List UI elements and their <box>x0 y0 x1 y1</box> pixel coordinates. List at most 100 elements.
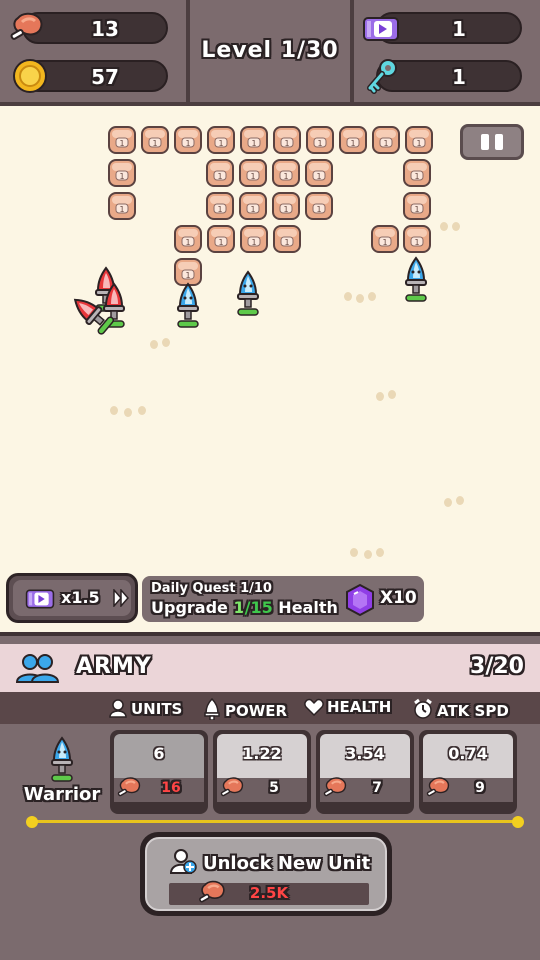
meat-icon <box>9 12 43 42</box>
fast-forward-icon <box>113 589 129 607</box>
coin-value: 57 <box>91 65 119 89</box>
meat-value: 13 <box>91 17 119 41</box>
meat-icon <box>198 880 225 904</box>
quest-title: Daily Quest 1/10 <box>151 581 272 596</box>
stat-header-power: POWER <box>202 698 287 720</box>
unlock-label: Unlock New Unit <box>203 853 371 874</box>
speed-boost-button[interactable]: x1.5 <box>6 573 138 623</box>
track-start-knob <box>26 816 38 828</box>
army-panel: ARMY 3/20 UNITS POWER HEALTH ATK SPD War… <box>0 632 540 960</box>
warrior-unit <box>237 271 259 316</box>
brick-label: 1 <box>383 139 388 148</box>
brick-block: 1 <box>240 225 268 253</box>
speed-ticket-value: 1 <box>452 17 466 41</box>
hud-divider <box>350 0 354 102</box>
brick-label: 1 <box>284 238 289 247</box>
meat-icon <box>425 776 450 798</box>
play-field[interactable]: 1 1 1 1 1 1 1 1 1 1 1 1 1 1 1 1 1 1 1 1 1 1 1 1 1 1 1 1 1 x1.5 Daily… <box>0 106 540 632</box>
stat-value: 6 <box>153 744 165 763</box>
footprint <box>376 392 384 401</box>
heart-icon <box>304 698 324 716</box>
stat-header-atk-spd: ATK SPD <box>412 698 509 720</box>
brick-block: 1 <box>272 192 300 220</box>
brick-label: 1 <box>382 238 387 247</box>
brick-label: 1 <box>316 205 321 214</box>
footprint <box>368 292 376 301</box>
speed-multiplier: x1.5 <box>61 588 100 607</box>
brick-label: 1 <box>185 238 190 247</box>
brick-label: 1 <box>414 238 419 247</box>
stat-headers: UNITS POWER HEALTH ATK SPD <box>0 692 540 724</box>
brick-label: 1 <box>414 172 419 181</box>
stat-value: 0.74 <box>448 744 488 763</box>
pause-button[interactable] <box>460 124 524 160</box>
brick-label: 1 <box>217 172 222 181</box>
brick-block: 1 <box>305 159 333 187</box>
footprint <box>376 548 384 557</box>
level-indicator: Level 1/30 <box>201 38 339 63</box>
upgrade-cost: 7 <box>372 780 382 796</box>
brick-block: 1 <box>174 225 202 253</box>
brick-block: 1 <box>273 126 301 154</box>
footprint <box>452 222 460 231</box>
brick-label: 1 <box>185 139 190 148</box>
warrior-unit <box>405 257 427 302</box>
unit-icon <box>109 699 127 718</box>
brick-label: 1 <box>119 205 124 214</box>
brick-block: 1 <box>174 126 202 154</box>
meat-icon <box>219 776 244 798</box>
brick-label: 1 <box>350 139 355 148</box>
speed-ticket-icon <box>363 17 399 41</box>
upgrade-atk-spd-card[interactable]: 0.74 9 <box>419 730 517 814</box>
quest-goal: /15 <box>244 598 273 617</box>
key-icon <box>367 59 397 94</box>
brick-label: 1 <box>218 238 223 247</box>
upgrade-power-card[interactable]: 1.22 5 <box>213 730 311 814</box>
pause-icon <box>495 134 503 150</box>
unit-name: Warrior <box>23 784 101 805</box>
upgrade-units-card[interactable]: 6 16 <box>110 730 208 814</box>
army-title: ARMY <box>76 654 152 679</box>
quest-reward: X10 <box>380 588 417 608</box>
brick-block: 1 <box>403 225 431 253</box>
progress-track <box>32 820 518 823</box>
quest-stat: Health <box>278 598 338 617</box>
brick-label: 1 <box>119 139 124 148</box>
upgrade-health-card[interactable]: 3.54 7 <box>316 730 414 814</box>
army-header: ARMY 3/20 <box>0 644 540 692</box>
brick-label: 1 <box>283 172 288 181</box>
brick-block: 1 <box>306 126 334 154</box>
stat-header-health: HEALTH <box>304 698 391 716</box>
brick-block: 1 <box>141 126 169 154</box>
quest-description: Upgrade 1/15 Health <box>151 598 338 617</box>
footprint <box>456 496 464 505</box>
brick-label: 1 <box>251 238 256 247</box>
footprint <box>440 222 448 231</box>
brick-block: 1 <box>207 126 235 154</box>
brick-block: 1 <box>206 192 234 220</box>
army-count: 3/20 <box>470 654 524 679</box>
brick-label: 1 <box>414 205 419 214</box>
footprint <box>150 340 158 349</box>
brick-block: 1 <box>108 126 136 154</box>
brick-block: 1 <box>272 159 300 187</box>
footprint <box>344 292 352 301</box>
unlock-new-unit-button[interactable]: Unlock New Unit 2.5K <box>140 832 392 916</box>
footprint <box>110 406 118 415</box>
brick-label: 1 <box>218 139 223 148</box>
brick-block: 1 <box>305 192 333 220</box>
quest-progress: 1 <box>233 598 245 617</box>
stat-value: 3.54 <box>345 744 385 763</box>
top-hud: 13 57 Level 1/30 1 1 <box>0 0 540 106</box>
coin-icon <box>13 59 47 93</box>
stat-header-units: UNITS <box>108 698 182 718</box>
footprint <box>364 550 372 559</box>
brick-block: 1 <box>239 159 267 187</box>
daily-quest-panel[interactable]: Daily Quest 1/10 Upgrade 1/15 Health X10 <box>142 576 424 622</box>
quest-action: Upgrade <box>151 598 228 617</box>
upgrade-cost: 5 <box>269 780 279 796</box>
brick-label: 1 <box>250 172 255 181</box>
brick-block: 1 <box>403 159 431 187</box>
army-icon <box>15 654 60 683</box>
footprint <box>124 408 132 417</box>
